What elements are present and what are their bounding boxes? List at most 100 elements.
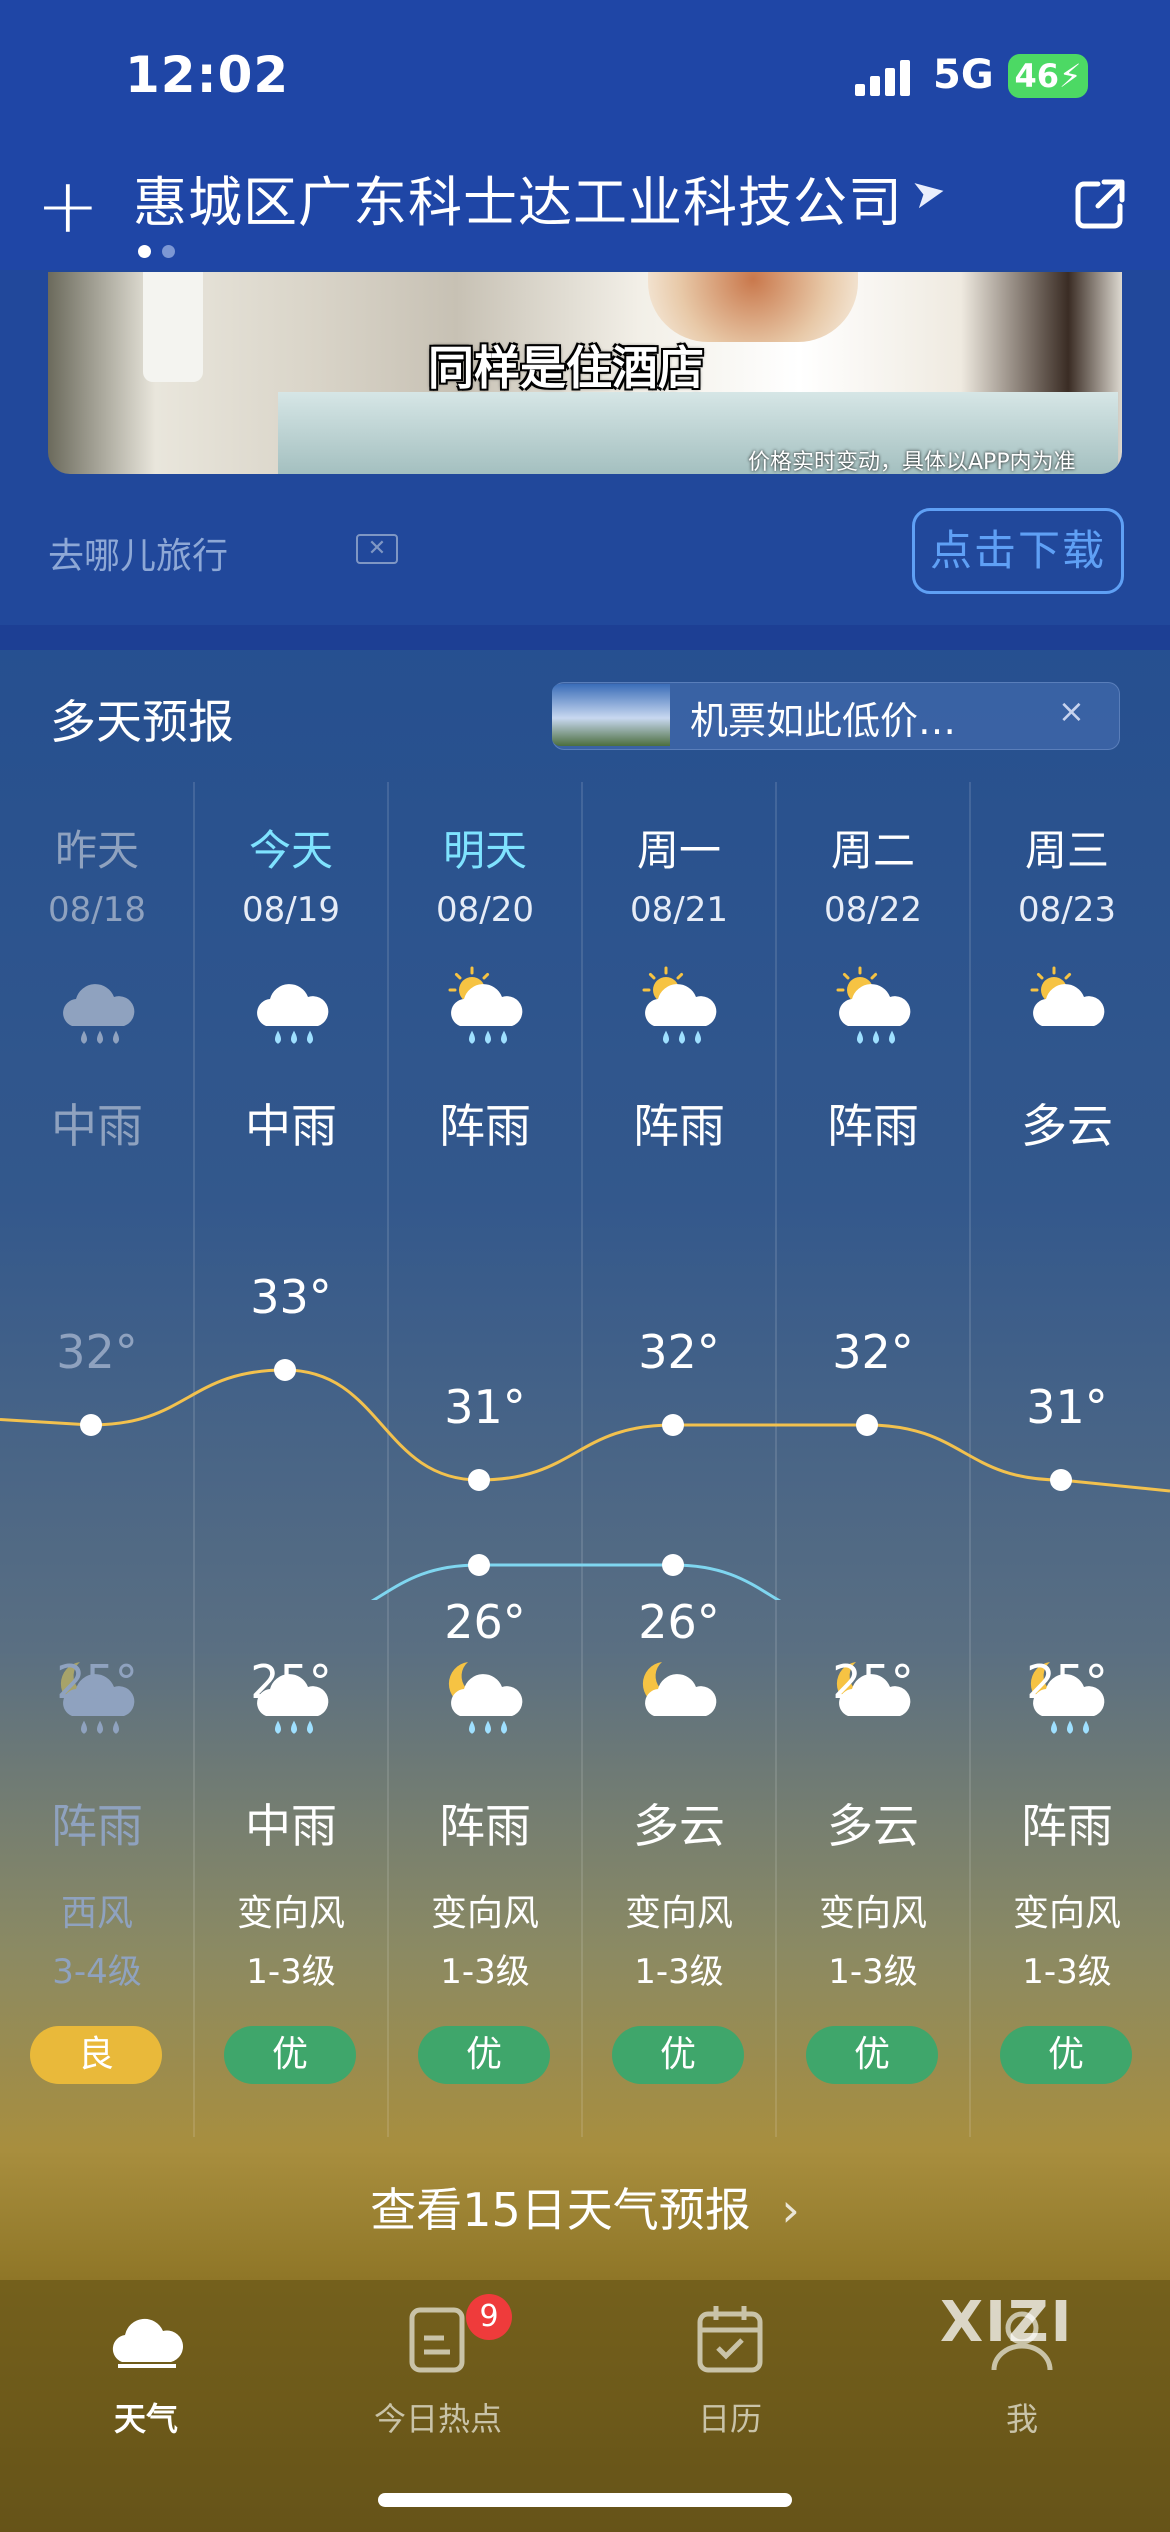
page-indicator bbox=[138, 243, 186, 262]
wind-level: 3-4级 bbox=[52, 1952, 142, 1992]
low-temp-label: 25° bbox=[832, 1655, 914, 1709]
date-label: 08/19 bbox=[242, 890, 340, 930]
aqi-badge: 良 bbox=[30, 2026, 162, 2084]
cloud-rain-icon bbox=[244, 960, 340, 1056]
high-temp-point bbox=[856, 1414, 878, 1436]
ad-image[interactable]: 同样是住酒店 价格实时变动，具体以APP内为准 bbox=[48, 272, 1122, 474]
day-label: 周三 bbox=[1024, 826, 1109, 875]
status-time: 12:02 bbox=[125, 46, 290, 104]
notification-badge: 9 bbox=[466, 2294, 512, 2340]
cloud-icon bbox=[106, 2300, 186, 2380]
high-temp-point bbox=[274, 1359, 296, 1381]
ad-note: 价格实时变动，具体以APP内为准 bbox=[748, 450, 1076, 474]
moon-cloud-icon bbox=[632, 1650, 728, 1746]
night-condition: 多云 bbox=[633, 1799, 725, 1853]
sun-cloud-rain-icon bbox=[438, 960, 534, 1056]
ad-source: 去哪儿旅行 bbox=[48, 536, 229, 577]
page-dot bbox=[162, 245, 175, 258]
ad-caption: 同样是住酒店 bbox=[428, 341, 704, 395]
date-label: 08/23 bbox=[1018, 890, 1116, 930]
chevron-right-icon: › bbox=[781, 2183, 800, 2237]
tab-calendar[interactable]: 日历 bbox=[630, 2300, 830, 2440]
battery-icon: 46⚡ bbox=[1008, 54, 1088, 98]
date-label: 08/20 bbox=[436, 890, 534, 930]
signal-icon bbox=[855, 60, 911, 96]
section-divider bbox=[0, 625, 1170, 650]
wind-direction: 变向风 bbox=[430, 1893, 539, 1934]
date-label: 08/21 bbox=[630, 890, 728, 930]
home-indicator bbox=[378, 2493, 792, 2507]
forecast-title: 多天预报 bbox=[50, 695, 234, 749]
day-condition: 阵雨 bbox=[633, 1099, 725, 1153]
low-temp-point bbox=[662, 1554, 684, 1576]
high-temp-point bbox=[468, 1469, 490, 1491]
day-label: 明天 bbox=[442, 826, 527, 875]
wind-direction: 变向风 bbox=[236, 1893, 345, 1934]
page-dot-active bbox=[138, 245, 151, 258]
wind-level: 1-3级 bbox=[634, 1952, 724, 1992]
wind-direction: 变向风 bbox=[818, 1893, 927, 1934]
night-condition: 中雨 bbox=[245, 1799, 337, 1853]
add-city-button[interactable]: + bbox=[36, 168, 100, 244]
aqi-badge: 优 bbox=[224, 2026, 356, 2084]
low-temp-line bbox=[370, 1563, 782, 1600]
moon-cloud-rain-icon bbox=[438, 1650, 534, 1746]
promo-text: 机票如此低价… bbox=[690, 699, 957, 743]
day-label: 周二 bbox=[830, 826, 915, 875]
day-label: 周一 bbox=[636, 826, 721, 875]
location-title[interactable]: 惠城区广东科士达工业科技公司 bbox=[133, 158, 903, 237]
night-condition: 阵雨 bbox=[439, 1799, 531, 1853]
watermark: XIZI bbox=[940, 2290, 1074, 2355]
day-condition: 阵雨 bbox=[439, 1099, 531, 1153]
low-temp-label: 25° bbox=[1026, 1655, 1108, 1709]
high-temp-point bbox=[662, 1414, 684, 1436]
temperature-curve bbox=[0, 1359, 1170, 1600]
view-15-day-label: 查看15日天气预报 bbox=[370, 2183, 751, 2237]
wind-level: 1-3级 bbox=[440, 1952, 530, 1992]
day-label: 今天 bbox=[248, 826, 333, 875]
day-condition: 中雨 bbox=[245, 1099, 337, 1153]
ad-vase-illustration bbox=[143, 272, 203, 382]
wind-level: 1-3级 bbox=[828, 1952, 918, 1992]
share-icon[interactable] bbox=[1074, 178, 1126, 230]
cloud-rain-icon bbox=[50, 960, 146, 1056]
wind-direction: 变向风 bbox=[624, 1893, 733, 1934]
calendar-icon bbox=[690, 2300, 770, 2380]
aqi-badge: 优 bbox=[418, 2026, 550, 2084]
day-condition: 多云 bbox=[1021, 1099, 1113, 1153]
tab-weather[interactable]: 天气 bbox=[46, 2300, 246, 2440]
aqi-badge: 优 bbox=[1000, 2026, 1132, 2084]
day-condition: 阵雨 bbox=[827, 1099, 919, 1153]
tab-label: 天气 bbox=[113, 2400, 178, 2438]
promo-thumbnail bbox=[552, 684, 670, 746]
day-condition: 中雨 bbox=[51, 1099, 143, 1153]
wind-level: 1-3级 bbox=[1022, 1952, 1112, 1992]
wind-direction: 变向风 bbox=[1012, 1893, 1121, 1934]
high-temp-point bbox=[1050, 1469, 1072, 1491]
low-temp-label: 26° bbox=[444, 1595, 526, 1649]
low-temp-label: 25° bbox=[56, 1655, 138, 1709]
aqi-badge: 优 bbox=[612, 2026, 744, 2084]
night-condition: 阵雨 bbox=[1021, 1799, 1113, 1853]
network-type: 5G bbox=[933, 52, 994, 98]
sun-cloud-icon bbox=[1020, 960, 1116, 1056]
low-temp-label: 25° bbox=[250, 1655, 332, 1709]
date-label: 08/22 bbox=[824, 890, 922, 930]
tab-label: 日历 bbox=[697, 2400, 762, 2438]
wind-direction: 西风 bbox=[60, 1893, 133, 1934]
aqi-badge: 优 bbox=[806, 2026, 938, 2084]
download-button[interactable]: 点击下载 bbox=[912, 508, 1124, 594]
night-condition: 阵雨 bbox=[51, 1799, 143, 1853]
view-15-day-button[interactable]: 查看15日天气预报 › bbox=[0, 2140, 1170, 2280]
date-label: 08/18 bbox=[48, 890, 146, 930]
low-temp-point bbox=[468, 1554, 490, 1576]
low-temp-label: 26° bbox=[638, 1595, 720, 1649]
battery-level: 46 bbox=[1014, 57, 1060, 95]
sun-cloud-rain-icon bbox=[826, 960, 922, 1056]
high-temp-line bbox=[0, 1368, 1170, 1493]
night-condition: 多云 bbox=[827, 1799, 919, 1853]
ad-close-button[interactable]: ✕ bbox=[356, 534, 398, 564]
high-temp-point bbox=[80, 1414, 102, 1436]
wind-level: 1-3级 bbox=[246, 1952, 336, 1992]
promo-close-button[interactable]: × bbox=[1058, 692, 1085, 730]
